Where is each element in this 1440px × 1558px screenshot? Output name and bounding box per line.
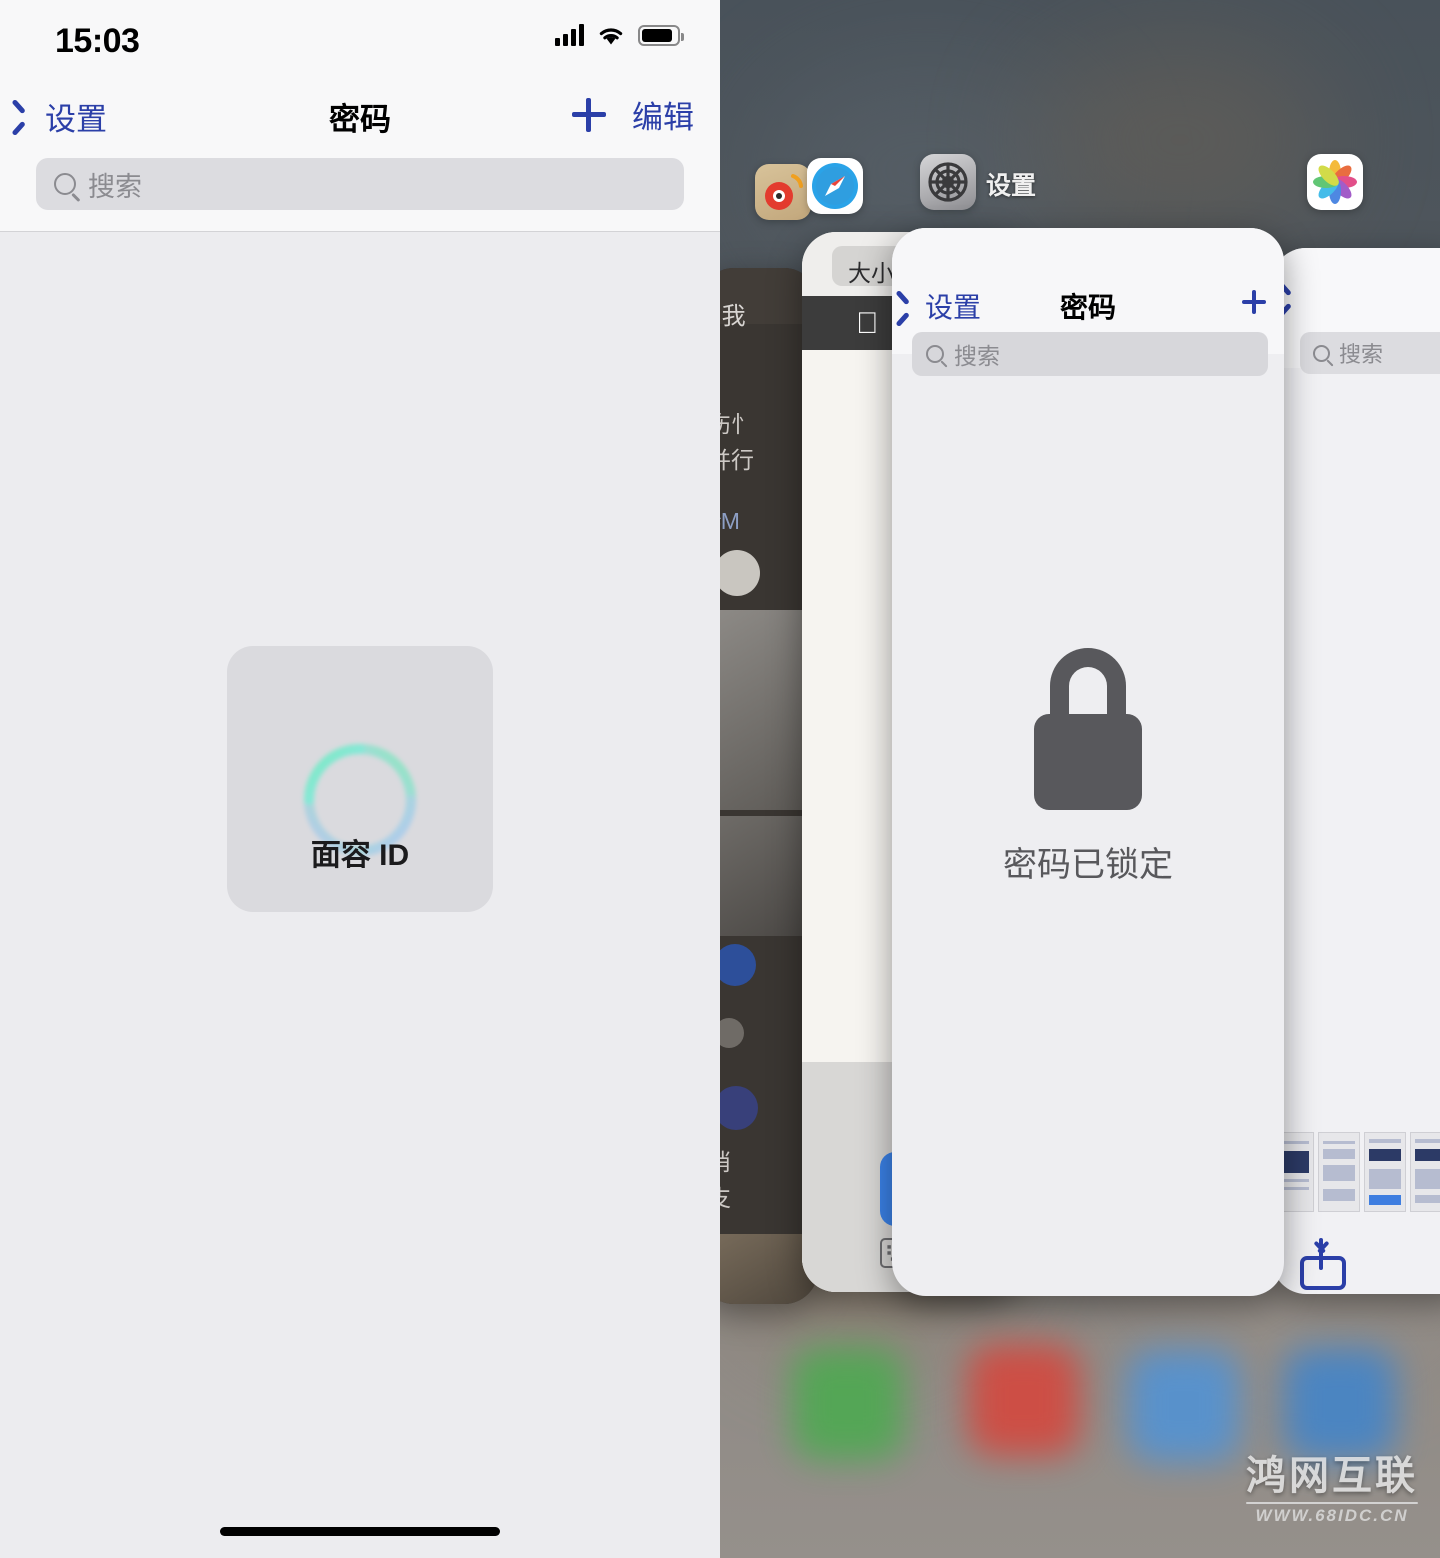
search-input[interactable]: 搜索 [36,158,684,210]
search-placeholder: 搜索 [88,171,142,202]
dock-icon-red [968,1344,1080,1456]
settings-card-search-placeholder: 搜索 [954,343,1000,369]
weibo-card-text-line2: 并行 [720,447,754,473]
search-icon [926,345,944,363]
settings-card-add-button[interactable] [1242,290,1266,314]
battery-icon [638,24,684,46]
add-password-button[interactable] [572,97,606,132]
settings-card-search-input[interactable]: 搜索 [912,332,1268,376]
app-switcher-icon-row: 设置 [720,150,1440,232]
weibo-card-avatar [720,1018,744,1048]
passwords-locked-state: 密码已锁定 [892,648,1284,886]
watermark-rule [1246,1502,1418,1504]
weibo-card-avatar [720,1086,758,1130]
search-icon [1313,344,1330,362]
watermark-text: 鸿网互联 [1246,1454,1418,1498]
nav-actions: 编辑 [572,92,694,137]
weibo-card-text-line3: 消 [720,1146,731,1179]
wifi-icon [596,24,626,46]
app-card-photos[interactable]: 搜索 [1272,248,1440,1294]
face-id-prompt: 面容 ID [227,646,493,912]
app-card-settings-passwords[interactable]: 设置 密码 搜索 密码已锁定 [892,228,1284,1296]
settings-card-title: 密码 [1059,292,1116,323]
thumbnail-item[interactable] [1364,1132,1406,1212]
edit-button[interactable]: 编辑 [632,92,694,137]
lock-icon [1034,648,1142,810]
chevron-left-icon[interactable] [1288,286,1303,312]
passwords-locked-label: 密码已锁定 [1003,846,1173,884]
thumbnail-item[interactable] [1410,1132,1440,1212]
settings-app-icon[interactable] [920,154,976,210]
watermark-url: WWW.68IDC.CN [1255,1506,1409,1525]
weibo-card-hashtag[interactable]: #M [720,508,740,535]
weibo-app-icon[interactable] [755,164,811,220]
apple-logo-icon:  [856,309,879,339]
weibo-card-avatar [720,550,760,596]
thumbnail-item[interactable] [1318,1132,1360,1212]
weibo-card-text-line1: 伤忄 [720,411,754,437]
app-switcher-screen: 设置 ‹ [720,0,1440,1558]
share-icon[interactable] [1300,1238,1346,1290]
photos-app-icon[interactable] [1307,154,1363,210]
screenshot-root: 15:03 设置 密码 编辑 搜索 面容 ID 设置 我 忄 行 M 大小 搜索… [0,0,1440,1558]
weibo-card-text-line4: 支 [720,1182,731,1215]
weibo-card-back[interactable]: ‹ 我 [720,296,746,331]
share-arrow [1319,1238,1323,1270]
screenshot-thumbnails[interactable] [1272,1132,1440,1212]
face-id-label: 面容 ID [310,839,410,872]
dock-icon-green [792,1348,904,1460]
search-icon [54,173,76,195]
lock-body [1034,714,1142,810]
status-bar-indicators [555,24,684,46]
home-indicator[interactable] [220,1527,500,1536]
settings-app-label: 设置 [986,172,1037,200]
weibo-back-label: 我 [721,303,746,330]
safari-size-label: 大小 [848,260,894,286]
weibo-card-avatar [720,944,756,986]
share-box [1300,1256,1346,1290]
navigation-bar: 设置 密码 编辑 [0,82,720,150]
left-phone-screen: 15:03 设置 密码 编辑 搜索 面容 ID [0,0,720,1558]
cellular-bars-icon [555,24,584,46]
photos-card-search-input[interactable]: 搜索 [1300,332,1440,374]
safari-app-icon[interactable] [807,158,863,214]
watermark: 鸿网互联 WWW.68IDC.CN [1246,1443,1418,1526]
status-bar-time: 15:03 [55,22,140,60]
dock-icon-blue [1128,1350,1240,1462]
photos-search-placeholder: 搜索 [1339,342,1384,367]
status-bar: 15:03 [0,0,720,78]
